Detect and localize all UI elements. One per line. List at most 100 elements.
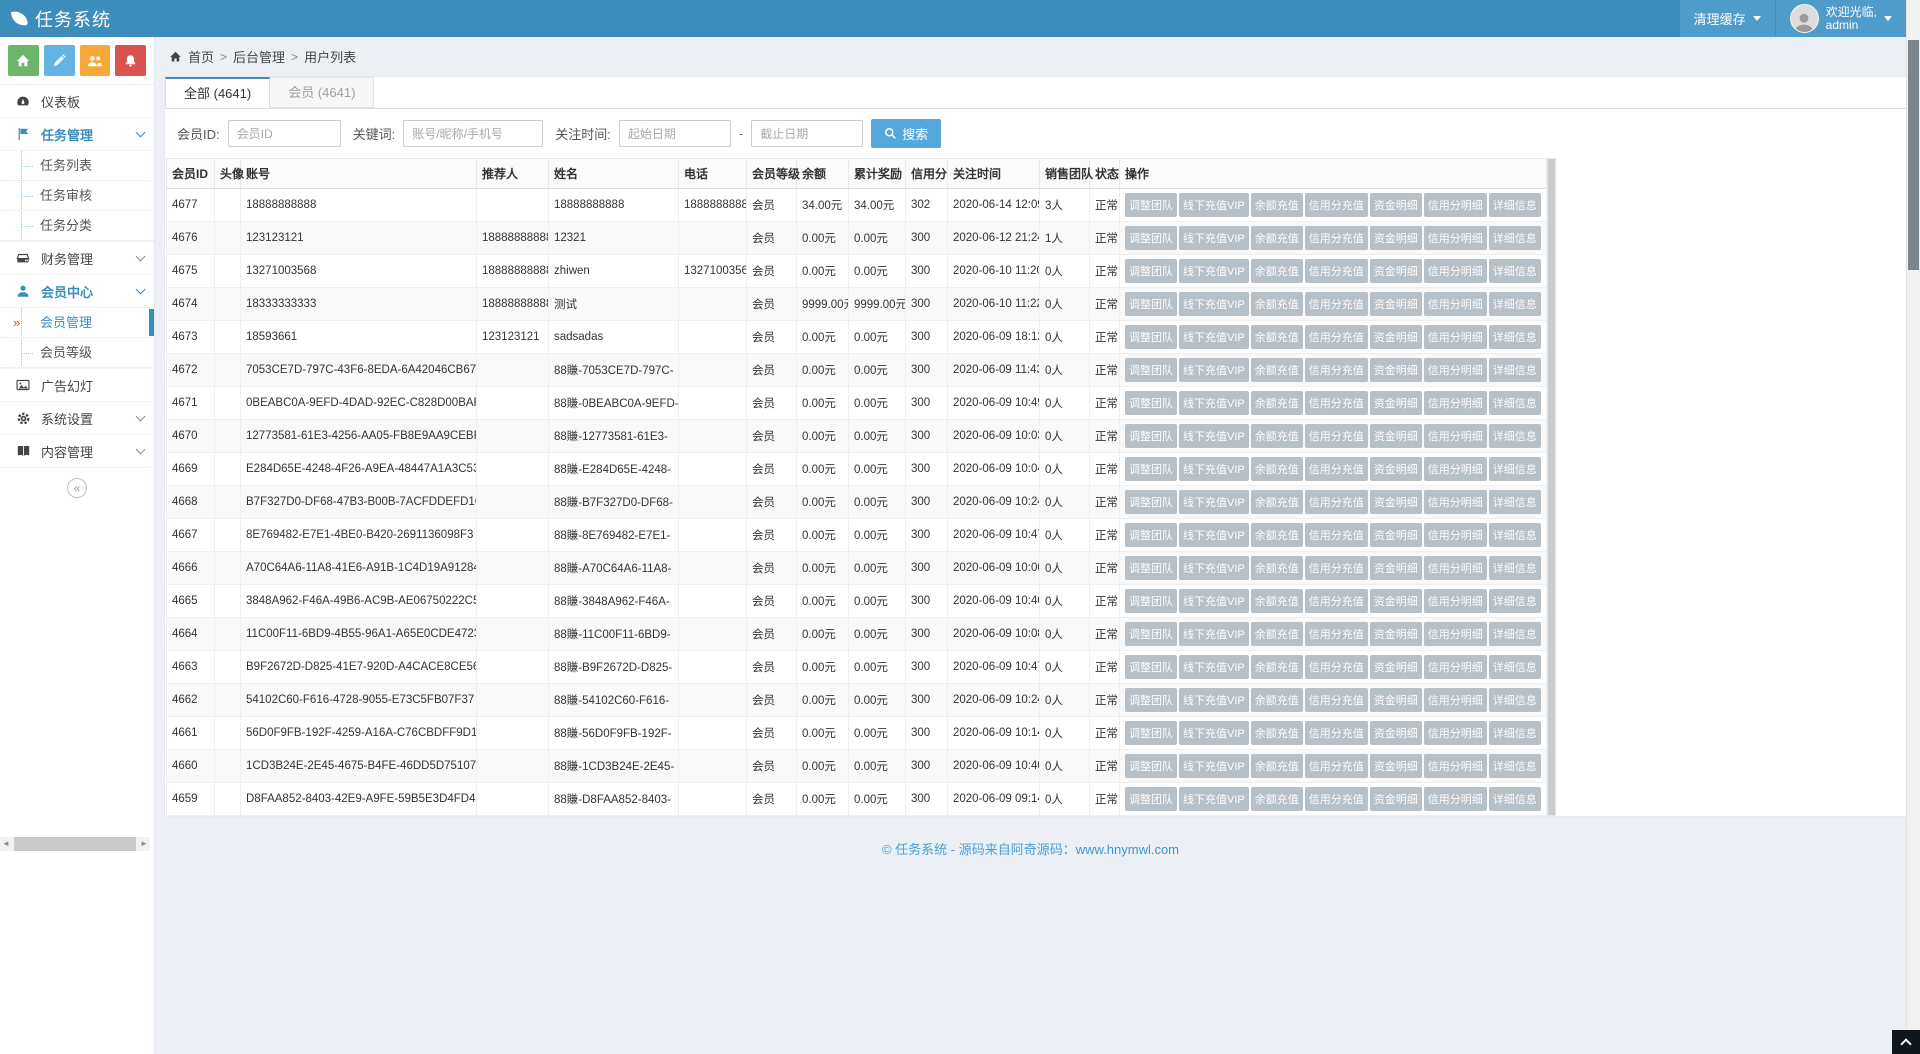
- action-button[interactable]: 线下充值VIP: [1179, 457, 1249, 481]
- action-button[interactable]: 调整团队: [1125, 193, 1177, 217]
- action-button[interactable]: 信用分明细: [1424, 292, 1487, 316]
- action-button[interactable]: 余额充值: [1251, 721, 1303, 745]
- action-button[interactable]: 余额充值: [1251, 688, 1303, 712]
- action-button[interactable]: 调整团队: [1125, 787, 1177, 811]
- footer-link[interactable]: www.hnymwl.com: [1076, 842, 1179, 857]
- action-button[interactable]: 资金明细: [1370, 259, 1422, 283]
- user-menu[interactable]: 欢迎光临, admin: [1775, 0, 1906, 37]
- notifications-button[interactable]: [115, 45, 146, 76]
- action-button[interactable]: 余额充值: [1251, 787, 1303, 811]
- action-button[interactable]: 余额充值: [1251, 457, 1303, 481]
- sidebar-item-dashboard[interactable]: 仪表板: [0, 85, 154, 118]
- action-button[interactable]: 线下充值VIP: [1179, 721, 1249, 745]
- scrollbar-thumb[interactable]: [14, 837, 136, 851]
- action-button[interactable]: 信用分充值: [1305, 358, 1368, 382]
- action-button[interactable]: 详细信息: [1489, 721, 1541, 745]
- cell-sales-team[interactable]: 0人: [1040, 684, 1090, 717]
- action-button[interactable]: 信用分明细: [1424, 622, 1487, 646]
- action-button[interactable]: 信用分明细: [1424, 655, 1487, 679]
- keyword-input[interactable]: [403, 120, 543, 147]
- cell-sales-team[interactable]: 0人: [1040, 519, 1090, 552]
- action-button[interactable]: 信用分充值: [1305, 622, 1368, 646]
- cell-sales-team[interactable]: 0人: [1040, 651, 1090, 684]
- cell-sales-team[interactable]: 0人: [1040, 288, 1090, 321]
- breadcrumb-admin[interactable]: 后台管理: [233, 47, 285, 66]
- action-button[interactable]: 资金明细: [1370, 721, 1422, 745]
- action-button[interactable]: 线下充值VIP: [1179, 292, 1249, 316]
- action-button[interactable]: 信用分明细: [1424, 721, 1487, 745]
- action-button[interactable]: 详细信息: [1489, 688, 1541, 712]
- action-button[interactable]: 调整团队: [1125, 688, 1177, 712]
- cell-sales-team[interactable]: 0人: [1040, 321, 1090, 354]
- action-button[interactable]: 信用分充值: [1305, 523, 1368, 547]
- action-button[interactable]: 资金明细: [1370, 754, 1422, 778]
- action-button[interactable]: 信用分充值: [1305, 259, 1368, 283]
- action-button[interactable]: 详细信息: [1489, 787, 1541, 811]
- sidebar-item-task-list[interactable]: 任务列表: [0, 151, 154, 181]
- action-button[interactable]: 余额充值: [1251, 358, 1303, 382]
- action-button[interactable]: 调整团队: [1125, 457, 1177, 481]
- action-button[interactable]: 线下充值VIP: [1179, 358, 1249, 382]
- action-button[interactable]: 余额充值: [1251, 391, 1303, 415]
- cell-sales-team[interactable]: 0人: [1040, 387, 1090, 420]
- action-button[interactable]: 信用分明细: [1424, 754, 1487, 778]
- action-button[interactable]: 信用分充值: [1305, 556, 1368, 580]
- cell-sales-team[interactable]: 0人: [1040, 783, 1090, 816]
- page-vertical-scrollbar[interactable]: [1906, 0, 1920, 1054]
- action-button[interactable]: 信用分明细: [1424, 391, 1487, 415]
- cell-sales-team[interactable]: 0人: [1040, 354, 1090, 387]
- action-button[interactable]: 资金明细: [1370, 655, 1422, 679]
- action-button[interactable]: 线下充值VIP: [1179, 655, 1249, 679]
- action-button[interactable]: 信用分明细: [1424, 325, 1487, 349]
- action-button[interactable]: 线下充值VIP: [1179, 622, 1249, 646]
- action-button[interactable]: 线下充值VIP: [1179, 523, 1249, 547]
- action-button[interactable]: 信用分明细: [1424, 787, 1487, 811]
- action-button[interactable]: 余额充值: [1251, 424, 1303, 448]
- cell-sales-team[interactable]: 0人: [1040, 717, 1090, 750]
- action-button[interactable]: 信用分充值: [1305, 589, 1368, 613]
- tab-all[interactable]: 全部 (4641): [165, 77, 270, 108]
- action-button[interactable]: 线下充值VIP: [1179, 490, 1249, 514]
- action-button[interactable]: 余额充值: [1251, 655, 1303, 679]
- action-button[interactable]: 信用分充值: [1305, 226, 1368, 250]
- action-button[interactable]: 调整团队: [1125, 622, 1177, 646]
- scroll-right-icon[interactable]: ►: [138, 837, 150, 851]
- action-button[interactable]: 资金明细: [1370, 688, 1422, 712]
- action-button[interactable]: 详细信息: [1489, 457, 1541, 481]
- action-button[interactable]: 详细信息: [1489, 358, 1541, 382]
- action-button[interactable]: 详细信息: [1489, 259, 1541, 283]
- action-button[interactable]: 余额充值: [1251, 490, 1303, 514]
- action-button[interactable]: 调整团队: [1125, 358, 1177, 382]
- sidebar-collapse-button[interactable]: «: [67, 478, 87, 498]
- cell-sales-team[interactable]: 1人: [1040, 222, 1090, 255]
- action-button[interactable]: 信用分充值: [1305, 787, 1368, 811]
- action-button[interactable]: 线下充值VIP: [1179, 754, 1249, 778]
- cell-sales-team[interactable]: 0人: [1040, 420, 1090, 453]
- action-button[interactable]: 详细信息: [1489, 490, 1541, 514]
- action-button[interactable]: 调整团队: [1125, 490, 1177, 514]
- action-button[interactable]: 调整团队: [1125, 754, 1177, 778]
- action-button[interactable]: 信用分明细: [1424, 424, 1487, 448]
- action-button[interactable]: 信用分明细: [1424, 259, 1487, 283]
- action-button[interactable]: 线下充值VIP: [1179, 424, 1249, 448]
- action-button[interactable]: 余额充值: [1251, 259, 1303, 283]
- action-button[interactable]: 详细信息: [1489, 589, 1541, 613]
- action-button[interactable]: 详细信息: [1489, 523, 1541, 547]
- action-button[interactable]: 线下充值VIP: [1179, 688, 1249, 712]
- action-button[interactable]: 信用分充值: [1305, 391, 1368, 415]
- action-button[interactable]: 信用分明细: [1424, 226, 1487, 250]
- action-button[interactable]: 调整团队: [1125, 325, 1177, 349]
- action-button[interactable]: 信用分充值: [1305, 754, 1368, 778]
- action-button[interactable]: 资金明细: [1370, 358, 1422, 382]
- action-button[interactable]: 资金明细: [1370, 391, 1422, 415]
- cell-sales-team[interactable]: 3人: [1040, 189, 1090, 222]
- sidebar-item-task-review[interactable]: 任务审核: [0, 181, 154, 211]
- sidebar-horizontal-scrollbar[interactable]: ◄ ►: [0, 837, 150, 851]
- action-button[interactable]: 信用分充值: [1305, 457, 1368, 481]
- search-button[interactable]: 搜索: [871, 119, 941, 148]
- action-button[interactable]: 详细信息: [1489, 655, 1541, 679]
- action-button[interactable]: 详细信息: [1489, 622, 1541, 646]
- action-button[interactable]: 调整团队: [1125, 259, 1177, 283]
- sidebar-item-content-management[interactable]: 内容管理: [0, 435, 154, 468]
- action-button[interactable]: 线下充值VIP: [1179, 226, 1249, 250]
